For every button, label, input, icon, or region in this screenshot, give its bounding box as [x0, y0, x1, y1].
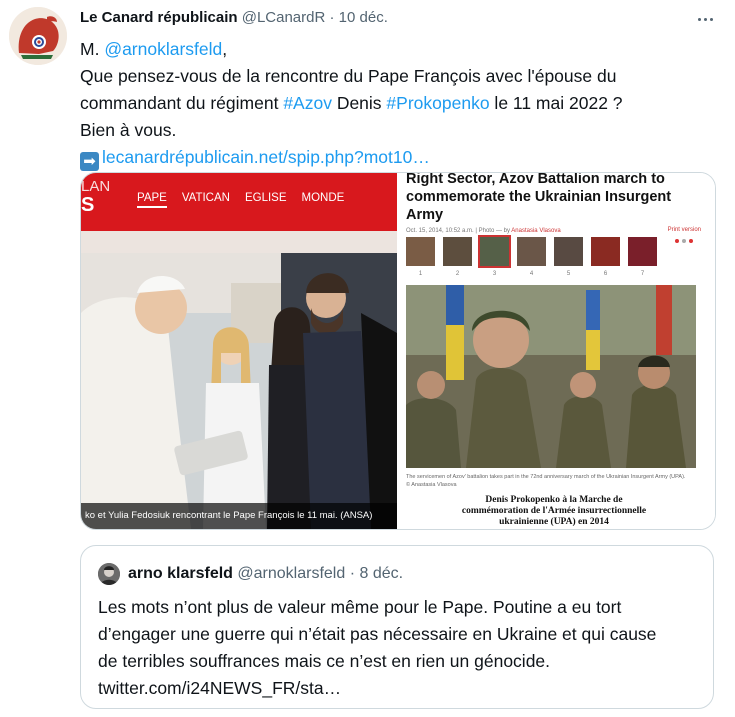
french-caption: Denis Prokopenko à la Marche de commémor…: [409, 495, 699, 528]
quoted-line-3: de terribles souffrances mais ce n’est e…: [98, 651, 551, 671]
thumb-number: 3: [492, 271, 497, 277]
quoted-line-2: d’engager une guerre qui n’était pas néc…: [98, 624, 657, 644]
thumb-number: 1: [418, 271, 423, 277]
quoted-text: Les mots n’ont plus de valeur même pour …: [98, 594, 698, 702]
soldiers-march-image: [406, 285, 696, 468]
thumbnail: 4: [517, 237, 546, 277]
text-line-5: ➡ lecanardrépublicain.net/spip.php?mot10…: [80, 144, 720, 171]
caption-line: ukrainienne (UPA) en 2014: [499, 517, 609, 527]
article-title: Right Sector, Azov Battalion march to co…: [406, 173, 672, 223]
right-arrow-icon: ➡: [80, 152, 99, 171]
author-avatar[interactable]: [9, 7, 67, 65]
text-segment: M.: [80, 39, 105, 59]
thumbnail: 6: [591, 237, 620, 277]
quoted-line-1: Les mots n’ont plus de valeur même pour …: [98, 597, 622, 617]
logo-text-2: S: [81, 194, 95, 216]
quoted-tweet[interactable]: arno klarsfeld @arnoklarsfeld · 8 déc. L…: [80, 545, 714, 709]
mention-link[interactable]: @arnoklarsfeld: [104, 39, 222, 59]
text-line-3: commandant du régiment #Azov Denis #Prok…: [80, 90, 720, 117]
person-avatar-icon: [98, 563, 120, 585]
external-link[interactable]: lecanardrépublicain.net/spip.php?mot10…: [102, 147, 430, 167]
photo-credit: The servicemen of Azov' battalion takes …: [406, 474, 686, 488]
author-name[interactable]: Le Canard républicain: [80, 9, 238, 26]
caption-line: commémoration de l'Armée insurrectionnel…: [461, 506, 647, 516]
news-site-nav: PAPE VATICAN EGLISE MONDE: [137, 192, 344, 208]
nav-item: MONDE: [301, 192, 345, 204]
thumb-number: 4: [529, 271, 534, 277]
tweet[interactable]: Le Canard républicain @LCanardR · 10 déc…: [0, 0, 735, 717]
quoted-header: arno klarsfeld @arnoklarsfeld · 8 déc.: [128, 563, 403, 585]
text-line-2: Que pensez-vous de la rencontre du Pape …: [80, 66, 617, 86]
nav-item: VATICAN: [181, 192, 230, 204]
logo-text-1: LAN: [81, 178, 111, 195]
thumbnail: 5: [554, 237, 583, 277]
thumb-number: 2: [455, 271, 460, 277]
text-line-1: M. @arnoklarsfeld,: [80, 36, 720, 63]
thumb-number: 5: [566, 271, 571, 277]
text-segment: le 11 mai 2022 ?: [489, 93, 623, 113]
media-grid: LAN S PAPE VATICAN EGLISE MONDE ko et Yu…: [80, 172, 716, 530]
meta-author: Anastasia Vlasova: [511, 228, 561, 234]
thumbnail: 2: [443, 237, 472, 277]
thumbnail: 1: [406, 237, 435, 277]
header-separator: ·: [329, 9, 335, 26]
news-site-logo: LAN S: [81, 178, 111, 216]
thumb-number: 7: [640, 271, 645, 277]
quoted-link[interactable]: twitter.com/i24NEWS_FR/sta…: [98, 675, 698, 702]
photo-caption: ko et Yulia Fedosiuk rencontrant le Pape…: [81, 503, 397, 529]
quoted-date: 8 déc.: [359, 565, 404, 582]
thumbnail-strip: 1 2 3 4 5 6 7: [406, 235, 657, 277]
news-site-header: LAN S PAPE VATICAN EGLISE MONDE: [81, 173, 397, 231]
soldiers-photo: [406, 285, 696, 468]
quoted-author-handle: @arnoklarsfeld: [237, 565, 346, 582]
thumbnail: 7: [628, 237, 657, 277]
tweet-text: M. @arnoklarsfeld, Que pensez-vous de la…: [80, 36, 720, 171]
media-image-left[interactable]: LAN S PAPE VATICAN EGLISE MONDE ko et Yu…: [81, 173, 397, 529]
hashtag-azov[interactable]: #Azov: [283, 93, 332, 113]
thumbnail-selected: 3: [478, 235, 511, 277]
pope-meeting-photo: [81, 253, 397, 529]
dot-icon: [697, 17, 701, 21]
article-meta: Oct. 15, 2014, 10:52 a.m. | Photo — by A…: [406, 228, 561, 234]
caption-line: Denis Prokopenko à la Marche de: [485, 495, 623, 505]
tweet-header: Le Canard républicain @LCanardR · 10 déc…: [80, 7, 388, 29]
dot-icon: [709, 17, 713, 21]
more-options-button[interactable]: [694, 8, 716, 30]
text-segment: commandant du régiment: [80, 93, 284, 113]
quoted-author-avatar[interactable]: [98, 563, 120, 585]
quoted-author-name: arno klarsfeld: [128, 565, 233, 582]
dot-icon: [675, 239, 679, 243]
quoted-separator: ·: [349, 565, 356, 582]
text-segment: ,: [222, 39, 228, 59]
thumb-number: 6: [603, 271, 608, 277]
tweet-date[interactable]: 10 déc.: [339, 9, 388, 26]
meta-text: Oct. 15, 2014, 10:52 a.m. | Photo — by: [406, 228, 512, 234]
canard-logo-icon: [9, 7, 67, 65]
header-gap: [81, 231, 397, 253]
dot-icon: [689, 239, 693, 243]
print-version-link: Print version: [667, 227, 701, 233]
media-image-right[interactable]: Right Sector, Azov Battalion march to co…: [399, 173, 715, 529]
dot-icon: [682, 239, 686, 243]
text-segment: Denis: [331, 93, 387, 113]
text-line-4: Bien à vous.: [80, 120, 177, 140]
nav-item: PAPE: [137, 192, 167, 208]
pagination-dots: [675, 239, 693, 243]
dot-icon: [703, 17, 707, 21]
hashtag-prokopenko[interactable]: #Prokopenko: [386, 93, 489, 113]
author-handle[interactable]: @LCanardR: [242, 9, 326, 26]
nav-item: EGLISE: [244, 192, 287, 204]
